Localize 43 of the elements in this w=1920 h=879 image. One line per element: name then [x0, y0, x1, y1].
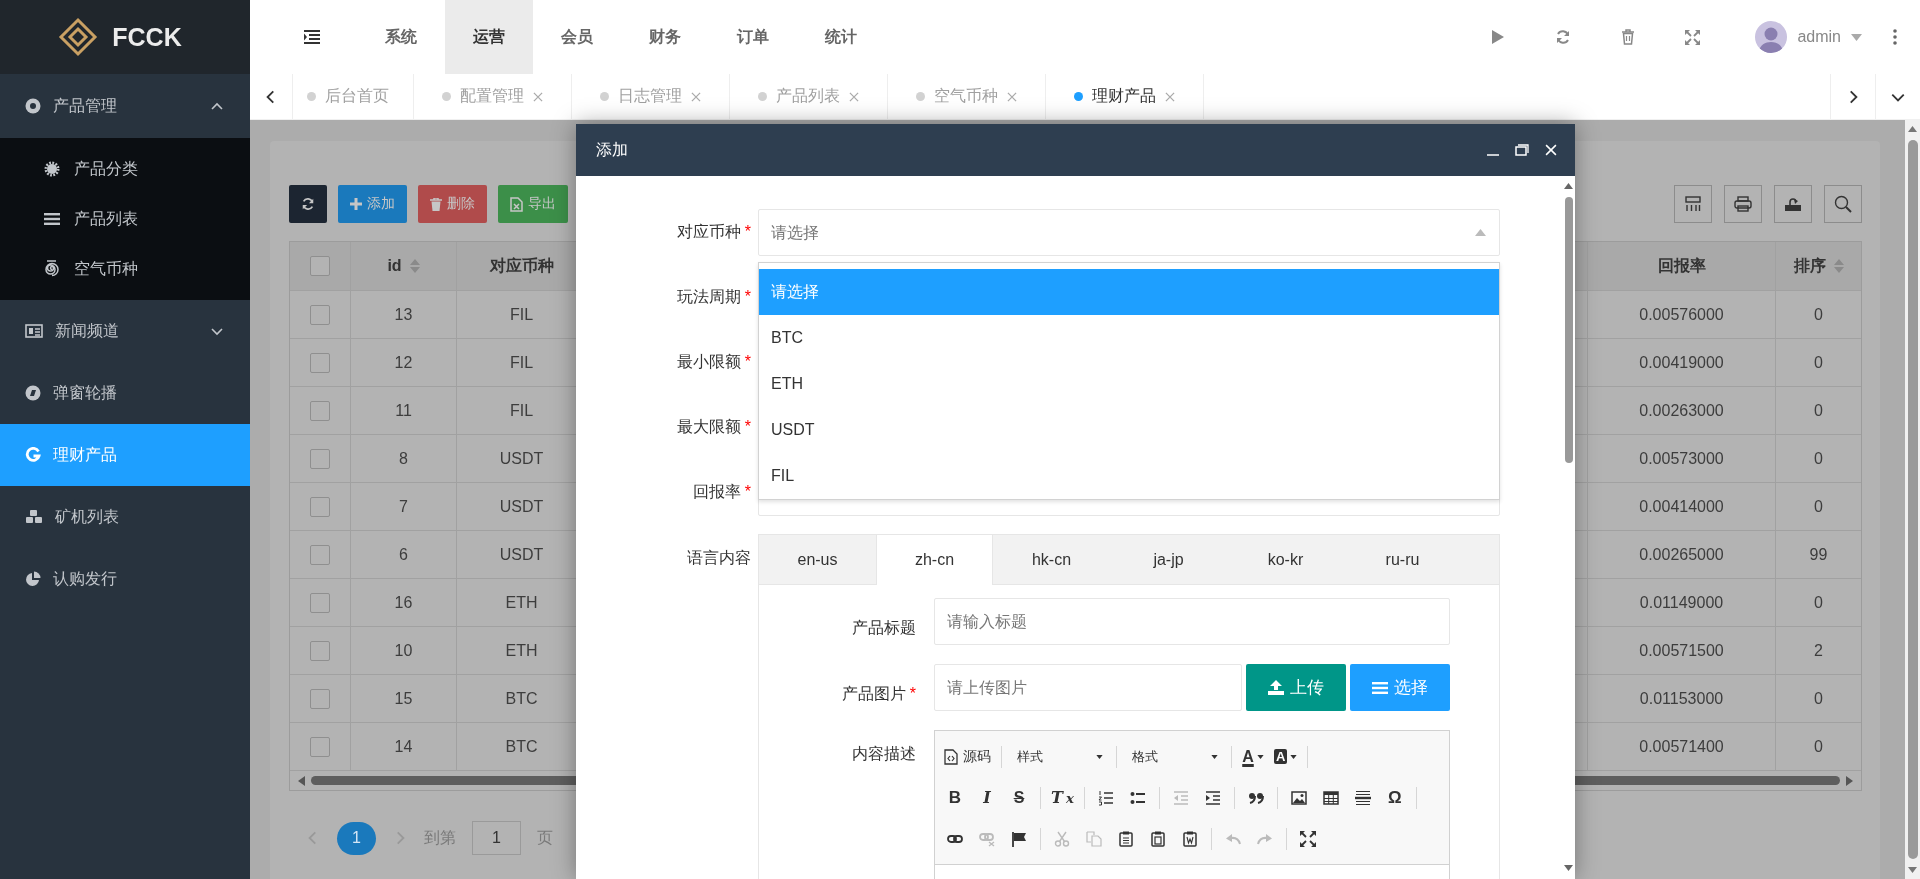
table-cell-text: 2 [1813, 640, 1824, 661]
table-cell-text: 0 [1813, 352, 1824, 373]
table-cell: 11 [351, 387, 457, 434]
table-cell: 0.00571400 [1588, 723, 1776, 770]
field-label: 玩法周期 * [676, 287, 752, 307]
field-label: 内容描述 [852, 744, 916, 764]
table-cell: 12 [351, 339, 457, 386]
field-label: 对应币种 * [676, 222, 752, 242]
table-cell: 8 [351, 435, 457, 482]
field-label: 回报率 * [692, 482, 752, 502]
table-cell: 16 [351, 579, 457, 626]
table-cell: 0.01153000 [1588, 675, 1776, 722]
field-label: 语言内容 [687, 548, 752, 568]
table-cell: 0.00576000 [1588, 291, 1776, 338]
dialog-title: 添加 [596, 139, 628, 160]
table-cell: 14 [351, 723, 457, 770]
table-cell-text: 99 [1808, 544, 1829, 565]
field-label: 产品标题 [852, 618, 916, 638]
page-unit: 页 [537, 827, 553, 848]
table-cell-text: 0 [1813, 448, 1824, 469]
table-cell-text: 0 [1813, 304, 1824, 325]
table-cell: 10 [351, 627, 457, 674]
table-cell: 15 [351, 675, 457, 722]
table-cell: 7 [351, 483, 457, 530]
table-cell-text: 0 [1813, 496, 1824, 517]
goto-label: 到第 [424, 827, 456, 848]
table-cell: 6 [351, 531, 457, 578]
table-cell: 0.01149000 [1588, 579, 1776, 626]
table-cell: 0.00414000 [1588, 483, 1776, 530]
logo-text: FCCK [112, 22, 182, 52]
table-cell-text: 0 [1813, 592, 1824, 613]
table-cell-text: 0 [1813, 400, 1824, 421]
table-cell: 0.00573000 [1588, 435, 1776, 482]
table-cell: 0.00263000 [1588, 387, 1776, 434]
field-label: 最大限额 * [676, 417, 752, 437]
table-cell: 0.00265000 [1588, 531, 1776, 578]
table-cell: 0.00571500 [1588, 627, 1776, 674]
table-cell: 13 [351, 291, 457, 338]
field-label: 最小限额 * [676, 352, 752, 372]
table-cell-text: 0 [1813, 688, 1824, 709]
table-cell-text: 0 [1813, 736, 1824, 757]
table-cell: 0.00419000 [1588, 339, 1776, 386]
field-label: 产品图片 * [841, 684, 916, 704]
